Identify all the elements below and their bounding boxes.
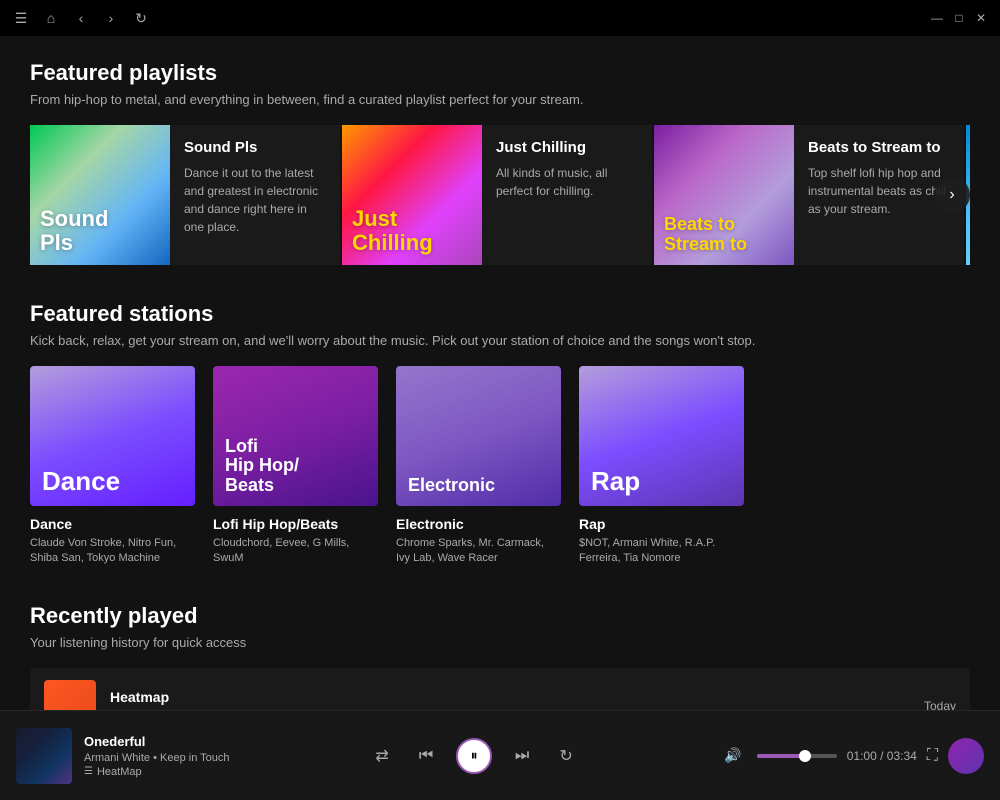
recent-time-heatmap: Today bbox=[924, 699, 956, 710]
player-album-art bbox=[16, 728, 72, 784]
next-button[interactable]: ⏭ bbox=[508, 742, 536, 770]
stations-grid: Dance Dance Claude Von Stroke, Nitro Fun… bbox=[30, 366, 970, 567]
station-card-dance[interactable]: Dance Dance Claude Von Stroke, Nitro Fun… bbox=[30, 366, 195, 567]
playlist-info-sound-pls: Sound Pls Dance it out to the latest and… bbox=[170, 125, 340, 265]
playlist-info-just-chilling: Just Chilling All kinds of music, all pe… bbox=[482, 125, 652, 265]
station-card-rap[interactable]: Rap Rap $NOT, Armani White, R.A.P. Ferre… bbox=[579, 366, 744, 567]
heatmap-text: HeatMap bbox=[97, 766, 142, 778]
playlist-thumb-just-chilling: JustChilling bbox=[342, 125, 482, 265]
recently-played-subtitle: Your listening history for quick access bbox=[30, 635, 970, 650]
playlist-thumb-label-beats-to-stream: Beats toStream to bbox=[664, 215, 747, 255]
volume-knob[interactable] bbox=[799, 750, 811, 762]
player-bar: Onederful Armani White • Keep in Touch ☰… bbox=[0, 710, 1000, 800]
volume-slider-container[interactable] bbox=[757, 754, 837, 758]
playlist-thumb-label-sound-pls: SoundPls bbox=[40, 207, 108, 255]
recent-name-heatmap: Heatmap bbox=[110, 689, 910, 705]
titlebar-right: — □ ✕ bbox=[930, 11, 988, 25]
repeat-button[interactable]: ↻ bbox=[552, 742, 580, 770]
playlist-card-sound-pls[interactable]: SoundPls Sound Pls Dance it out to the l… bbox=[30, 125, 340, 265]
playlist-desc-sound-pls: Dance it out to the latest and greatest … bbox=[184, 164, 326, 236]
playlist-desc-beats-to-stream: Top shelf lofi hip hop and instrumental … bbox=[808, 164, 950, 218]
player-controls: ⇄ ⏮ ⏸ ⏭ ↻ bbox=[242, 738, 707, 774]
volume-icon[interactable]: 🔊 bbox=[719, 742, 747, 770]
station-name-electronic: Electronic bbox=[396, 516, 561, 532]
user-avatar[interactable] bbox=[948, 738, 984, 774]
station-label-lofi: LofiHip Hop/Beats bbox=[225, 437, 299, 496]
player-track-artist: Armani White • Keep in Touch bbox=[84, 752, 230, 764]
player-track-info: Onederful Armani White • Keep in Touch ☰… bbox=[84, 734, 230, 778]
station-artists-rap: $NOT, Armani White, R.A.P. Ferreira, Tia… bbox=[579, 536, 744, 567]
featured-stations-subtitle: Kick back, relax, get your stream on, an… bbox=[30, 333, 970, 348]
playlist-thumb-label-just-chilling: JustChilling bbox=[352, 207, 433, 255]
volume-slider[interactable] bbox=[757, 754, 837, 758]
time-display: 01:00 / 03:34 bbox=[847, 749, 917, 763]
station-artists-lofi: Cloudchord, Eevee, G Mills, SwuM bbox=[213, 536, 378, 567]
forward-icon[interactable]: › bbox=[102, 9, 120, 27]
player-heatmap-label[interactable]: ☰ HeatMap bbox=[84, 766, 230, 778]
recent-info-heatmap: Heatmap Playlist • artist 2 / artist 2 /… bbox=[110, 689, 910, 710]
station-label-rap: Rap bbox=[591, 467, 640, 496]
player-track-name: Onederful bbox=[84, 734, 230, 749]
station-label-dance: Dance bbox=[42, 467, 120, 496]
station-artists-electronic: Chrome Sparks, Mr. Carmack, Ivy Lab, Wav… bbox=[396, 536, 561, 567]
playlist-name-beats-to-stream: Beats to Stream to bbox=[808, 139, 950, 156]
station-card-lofi[interactable]: LofiHip Hop/Beats Lofi Hip Hop/Beats Clo… bbox=[213, 366, 378, 567]
playlist-thumb-beats-to-stream: Beats toStream to bbox=[654, 125, 794, 265]
close-button[interactable]: ✕ bbox=[974, 11, 988, 25]
titlebar: ☰ ⌂ ‹ › ↻ — □ ✕ bbox=[0, 0, 1000, 36]
featured-stations-title: Featured stations bbox=[30, 301, 970, 327]
menu-icon[interactable]: ☰ bbox=[12, 9, 30, 27]
player-right-controls: 🔊 01:00 / 03:34 ⛶ bbox=[719, 738, 984, 774]
station-thumb-lofi: LofiHip Hop/Beats bbox=[213, 366, 378, 506]
recently-played-title: Recently played bbox=[30, 603, 970, 629]
play-pause-button[interactable]: ⏸ bbox=[456, 738, 492, 774]
playlist-name-sound-pls: Sound Pls bbox=[184, 139, 326, 156]
playlists-carousel: SoundPls Sound Pls Dance it out to the l… bbox=[30, 125, 970, 265]
playlist-card-beats-to-stream[interactable]: Beats toStream to Beats to Stream to Top… bbox=[654, 125, 964, 265]
playlist-name-just-chilling: Just Chilling bbox=[496, 139, 638, 156]
featured-stations-section: Featured stations Kick back, relax, get … bbox=[30, 301, 970, 567]
titlebar-left: ☰ ⌂ ‹ › ↻ bbox=[12, 9, 150, 27]
maximize-button[interactable]: □ bbox=[952, 11, 966, 25]
featured-playlists-subtitle: From hip-hop to metal, and everything in… bbox=[30, 92, 970, 107]
home-icon[interactable]: ⌂ bbox=[42, 9, 60, 27]
fullscreen-button[interactable]: ⛶ bbox=[927, 747, 938, 765]
recent-item-heatmap[interactable]: Heatmap Playlist • artist 2 / artist 2 /… bbox=[30, 668, 970, 710]
carousel-next-button[interactable]: › bbox=[934, 177, 970, 213]
player-album-image bbox=[16, 728, 72, 784]
main-content: Featured playlists From hip-hop to metal… bbox=[0, 36, 1000, 710]
station-artists-dance: Claude Von Stroke, Nitro Fun, Shiba San,… bbox=[30, 536, 195, 567]
playlist-desc-just-chilling: All kinds of music, all perfect for chil… bbox=[496, 164, 638, 200]
station-thumb-electronic: Electronic bbox=[396, 366, 561, 506]
featured-playlists-title: Featured playlists bbox=[30, 60, 970, 86]
back-icon[interactable]: ‹ bbox=[72, 9, 90, 27]
station-thumb-dance: Dance bbox=[30, 366, 195, 506]
refresh-icon[interactable]: ↻ bbox=[132, 9, 150, 27]
station-card-electronic[interactable]: Electronic Electronic Chrome Sparks, Mr.… bbox=[396, 366, 561, 567]
recent-thumb-heatmap bbox=[44, 680, 96, 710]
featured-playlists-section: Featured playlists From hip-hop to metal… bbox=[30, 60, 970, 265]
station-name-rap: Rap bbox=[579, 516, 744, 532]
playlist-card-just-chilling[interactable]: JustChilling Just Chilling All kinds of … bbox=[342, 125, 652, 265]
minimize-button[interactable]: — bbox=[930, 11, 944, 25]
station-thumb-rap: Rap bbox=[579, 366, 744, 506]
previous-button[interactable]: ⏮ bbox=[412, 742, 440, 770]
shuffle-button[interactable]: ⇄ bbox=[368, 742, 396, 770]
heatmap-icon: ☰ bbox=[84, 766, 93, 777]
playlist-thumb-sound-pls: SoundPls bbox=[30, 125, 170, 265]
station-name-lofi: Lofi Hip Hop/Beats bbox=[213, 516, 378, 532]
volume-fill bbox=[757, 754, 805, 758]
station-name-dance: Dance bbox=[30, 516, 195, 532]
recently-played-section: Recently played Your listening history f… bbox=[30, 603, 970, 710]
station-label-electronic: Electronic bbox=[408, 476, 495, 496]
